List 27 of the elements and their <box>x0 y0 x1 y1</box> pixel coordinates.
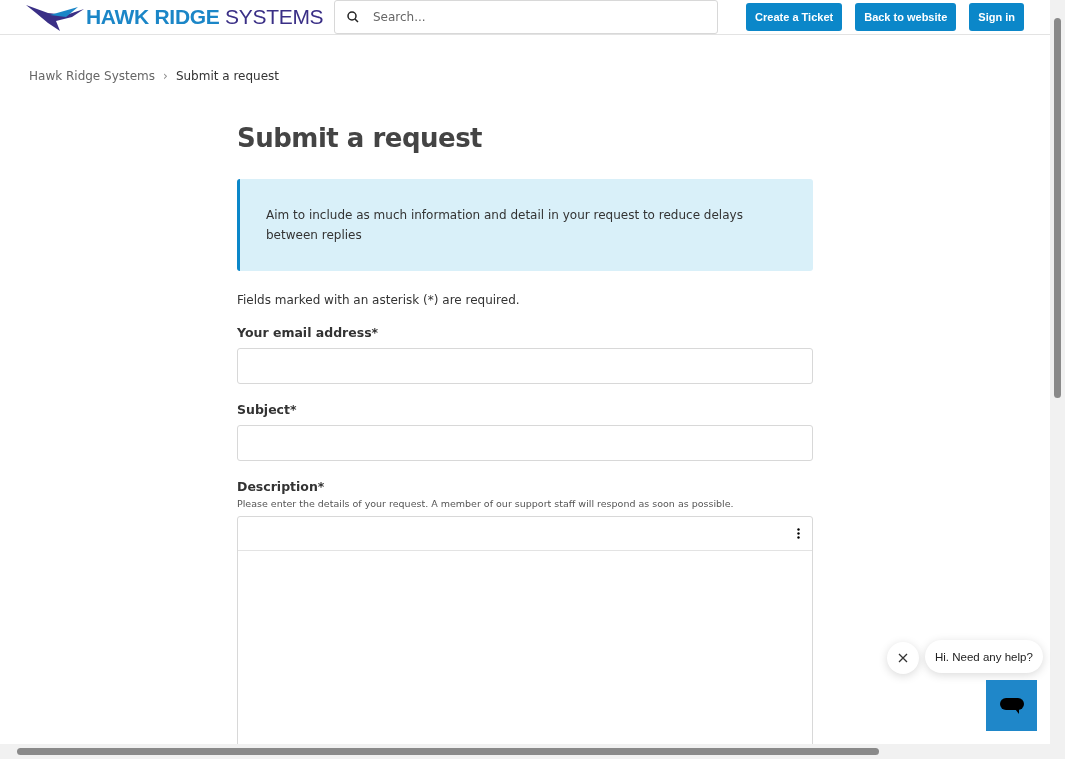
horizontal-scrollbar[interactable] <box>0 744 1050 759</box>
required-note: Fields marked with an asterisk (*) are required. <box>237 293 521 307</box>
header-button[interactable]: Sign in <box>969 3 1024 31</box>
search-icon <box>347 11 359 23</box>
input-field[interactable] <box>237 348 813 384</box>
field-label: Your email address* <box>237 325 380 340</box>
chat-button[interactable] <box>986 680 1037 731</box>
chat-message[interactable]: Hi. Need any help? <box>925 640 1043 673</box>
logo-text: SYSTEMS <box>224 5 324 29</box>
breadcrumb-link[interactable]: Hawk Ridge Systems <box>29 69 156 83</box>
field-label: Subject* <box>237 402 298 417</box>
breadcrumb-link[interactable]: Submit a request <box>175 69 280 83</box>
more-options-button[interactable] <box>795 526 802 541</box>
vertical-dots-icon <box>797 528 800 539</box>
page-title: Submit a request <box>237 123 484 153</box>
input-field[interactable] <box>237 425 813 461</box>
field-hint: Please enter the details of your request. A member of our support staff will respond as soon as possible. <box>237 498 735 509</box>
header-button[interactable]: Create a Ticket <box>746 3 843 31</box>
logo-text: HAWK RIDGE <box>86 5 220 29</box>
search-field[interactable]: Search... <box>334 0 718 34</box>
close-icon <box>898 653 908 663</box>
header-button[interactable]: Back to website <box>855 3 957 31</box>
field-label: Description* <box>237 479 326 494</box>
close-button[interactable] <box>887 642 919 674</box>
info-notice: Aim to include as much information and detail in your request to reduce delays between replies <box>237 179 813 271</box>
vertical-scrollbar[interactable] <box>1050 0 1065 759</box>
breadcrumb-separator: › <box>163 69 168 83</box>
